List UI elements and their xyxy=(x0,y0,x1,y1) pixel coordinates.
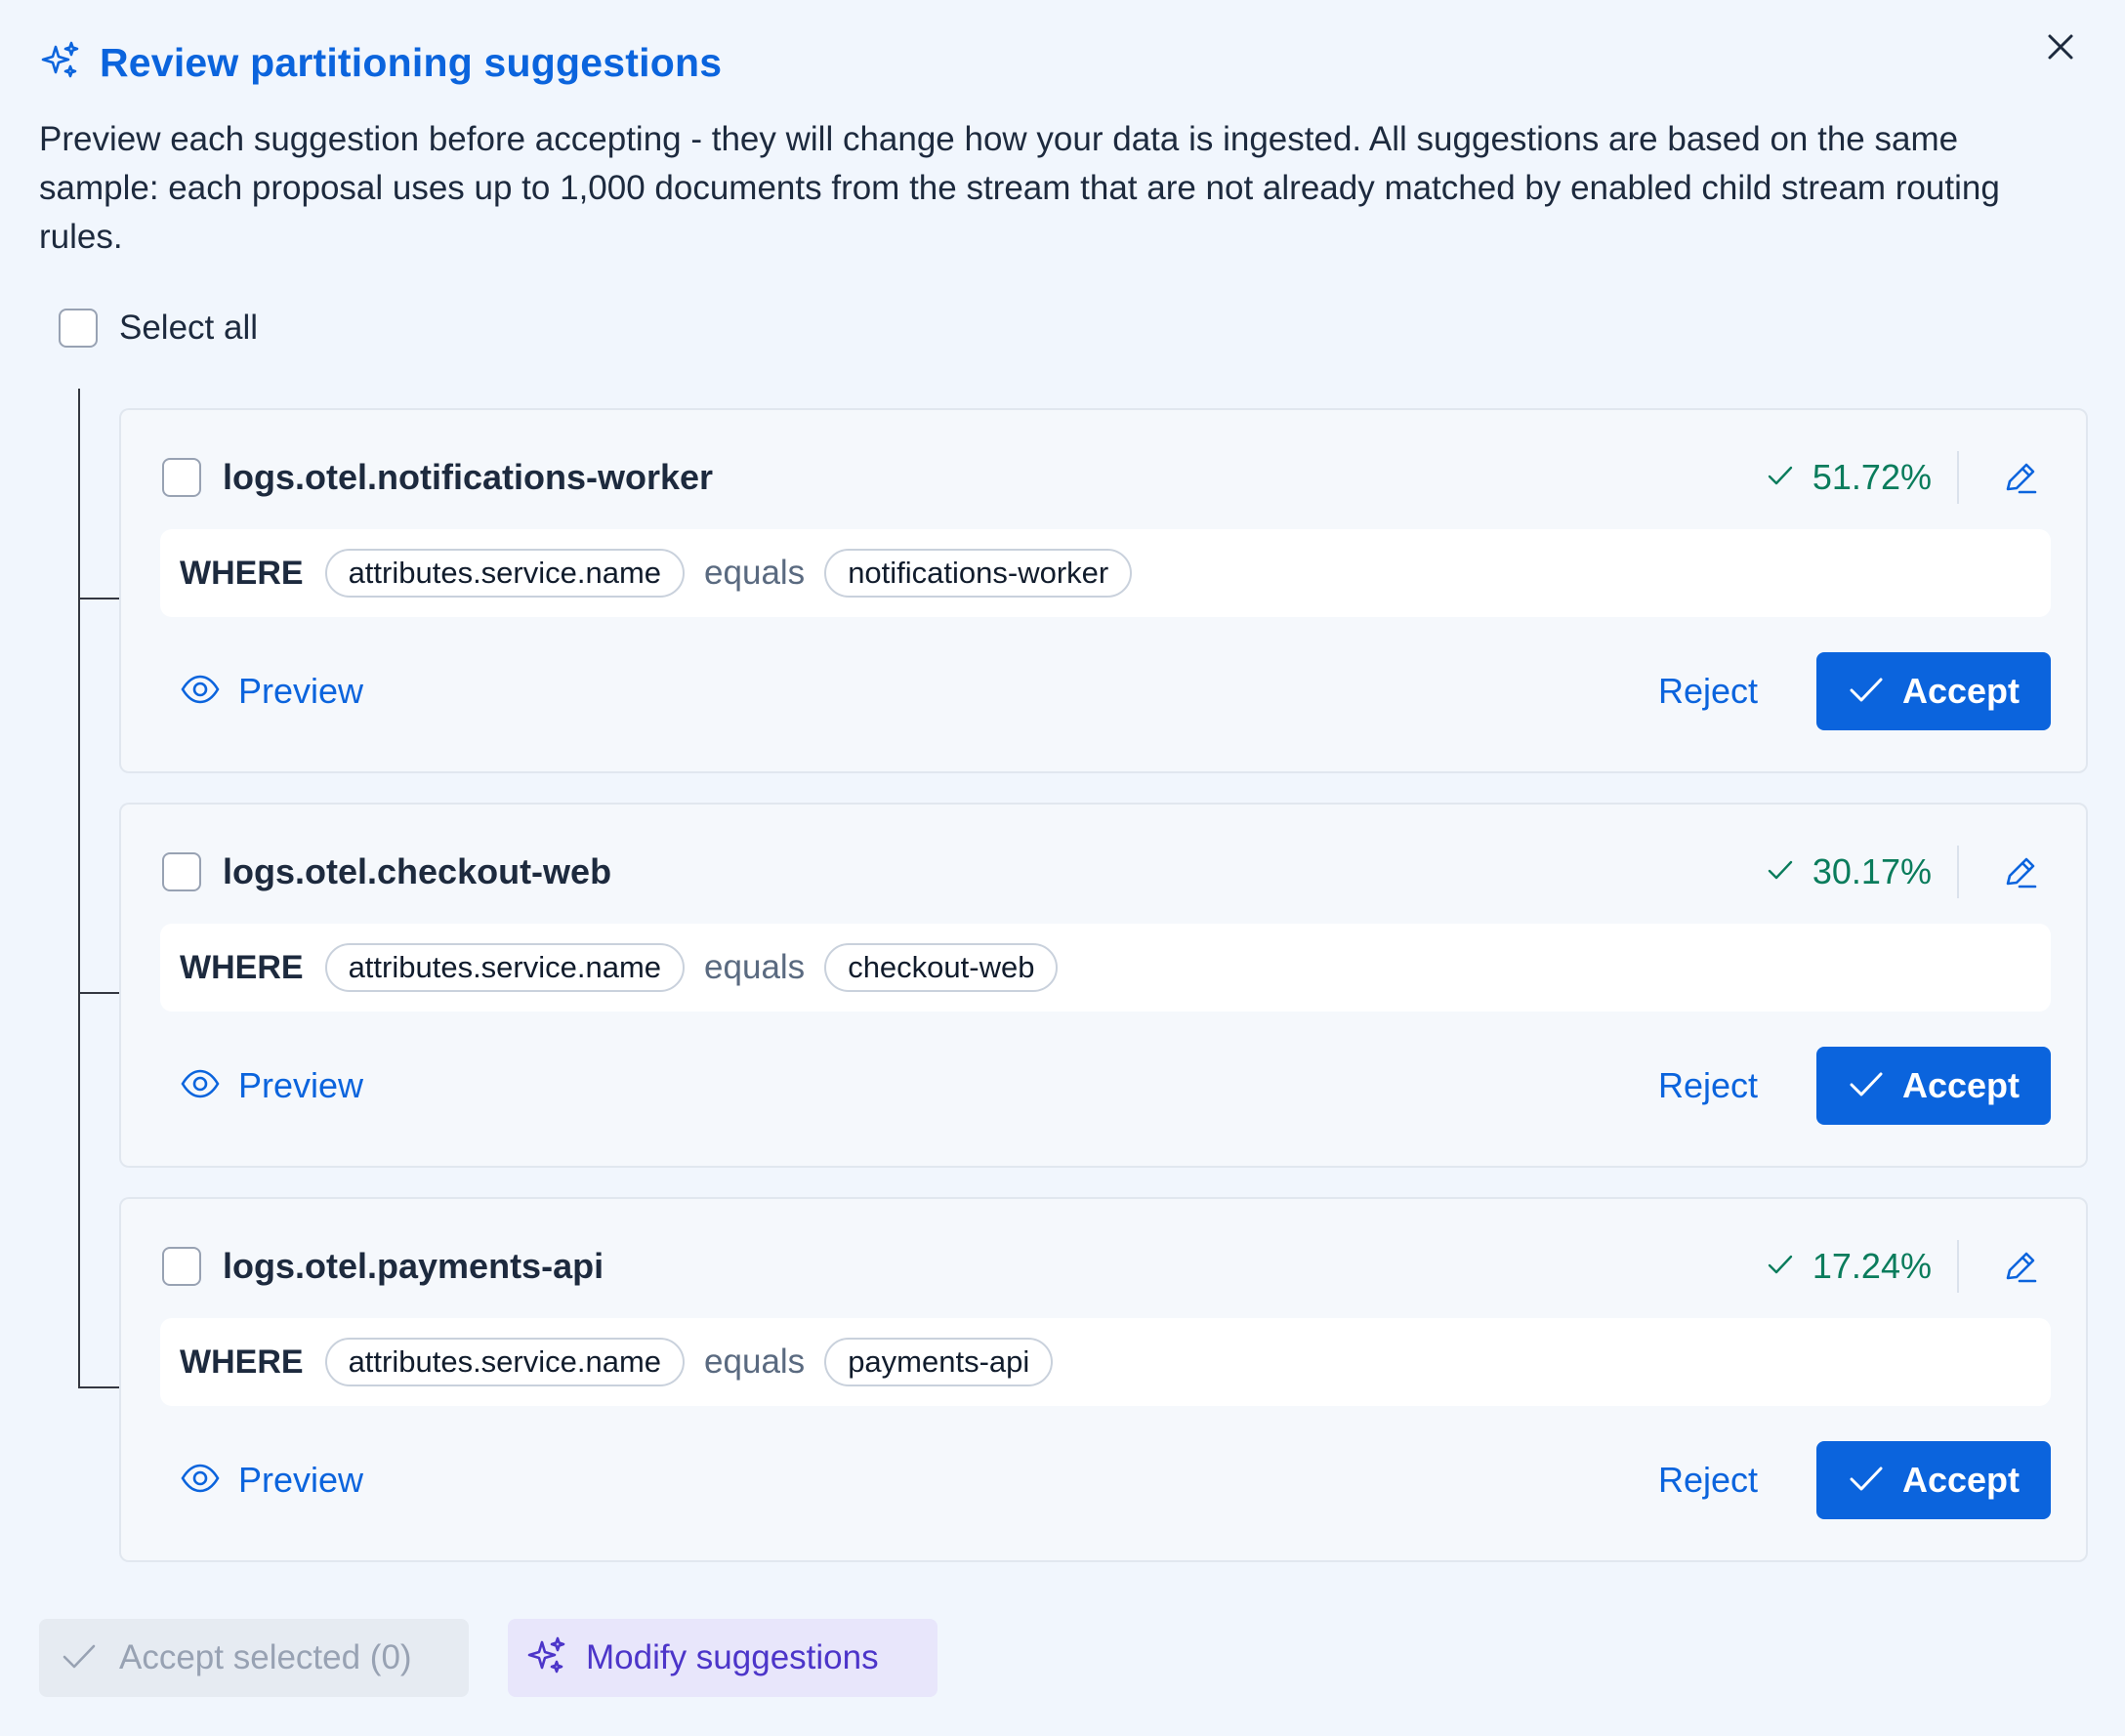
where-keyword: WHERE xyxy=(180,554,304,592)
stream-name: logs.otel.payments-api xyxy=(223,1246,604,1286)
value-pill: checkout-web xyxy=(824,943,1059,992)
match-rate: 30.17% xyxy=(1766,849,1932,894)
suggestion-header: logs.otel.notifications-worker 51.72% xyxy=(162,451,2086,504)
divider xyxy=(1957,451,1959,504)
pencil-icon[interactable] xyxy=(2002,463,2039,500)
check-icon xyxy=(1848,1065,1885,1107)
dialog-description: Preview each suggestion before accepting… xyxy=(39,120,2000,256)
preview-label: Preview xyxy=(238,1460,364,1500)
select-all-label: Select all xyxy=(119,309,259,347)
operator-label: equals xyxy=(704,554,806,592)
operator-label: equals xyxy=(704,1343,806,1381)
select-all-row[interactable]: Select all xyxy=(59,309,258,348)
eye-icon xyxy=(180,1458,221,1504)
modify-suggestions-label: Modify suggestions xyxy=(586,1638,879,1676)
match-rate: 51.72% xyxy=(1766,455,1932,500)
preview-button[interactable]: Preview xyxy=(160,1063,363,1109)
reject-button[interactable]: Reject xyxy=(1658,1460,1758,1501)
accept-label: Accept xyxy=(1901,1460,2021,1500)
select-all-checkbox[interactable] xyxy=(59,309,98,348)
eye-icon xyxy=(180,1063,221,1109)
accept-label: Accept xyxy=(1901,671,2021,711)
sparkles-icon xyxy=(39,39,82,87)
eye-icon xyxy=(180,669,221,715)
reject-button[interactable]: Reject xyxy=(1658,671,1758,712)
check-icon xyxy=(1848,671,1885,713)
suggestion-header: logs.otel.checkout-web 30.17% xyxy=(162,846,2086,898)
suggestion-actions: Preview Reject Accept xyxy=(160,1047,2051,1125)
suggestion-header: logs.otel.payments-api 17.24% xyxy=(162,1240,2086,1293)
suggestion-actions: Preview Reject Accept xyxy=(160,652,2051,730)
tree-connector xyxy=(78,389,80,1386)
operator-label: equals xyxy=(704,948,806,986)
check-icon xyxy=(1766,1250,1795,1284)
where-keyword: WHERE xyxy=(180,948,304,986)
preview-button[interactable]: Preview xyxy=(160,1458,363,1504)
edit-button[interactable] xyxy=(2002,459,2039,496)
suggestion-checkbox[interactable] xyxy=(162,852,201,891)
suggestion-checkbox[interactable] xyxy=(162,458,201,497)
accept-selected-label: Accept selected (0) xyxy=(119,1638,412,1676)
routing-condition: WHERE attributes.service.name equals pay… xyxy=(160,1318,2051,1406)
divider xyxy=(1957,1240,1959,1293)
check-icon xyxy=(1766,855,1795,889)
where-keyword: WHERE xyxy=(180,1343,304,1381)
pencil-icon[interactable] xyxy=(2002,1252,2039,1289)
suggestion-checkbox[interactable] xyxy=(162,1247,201,1286)
accept-button[interactable]: Accept xyxy=(1816,1047,2051,1125)
value-pill: notifications-worker xyxy=(824,549,1133,598)
stream-name: logs.otel.notifications-worker xyxy=(223,457,714,497)
field-pill: attributes.service.name xyxy=(324,549,686,598)
dialog-footer: Accept selected (0) Modify suggestions xyxy=(39,1619,938,1697)
dialog-title: Review partitioning suggestions xyxy=(100,40,723,85)
close-button[interactable] xyxy=(2041,27,2080,66)
suggestion-card: logs.otel.payments-api 17.24% WHERE attr… xyxy=(119,1197,2088,1562)
match-percentage: 51.72% xyxy=(1812,457,1932,497)
preview-label: Preview xyxy=(238,671,364,711)
reject-button[interactable]: Reject xyxy=(1658,1065,1758,1106)
routing-condition: WHERE attributes.service.name equals not… xyxy=(160,529,2051,617)
routing-condition: WHERE attributes.service.name equals che… xyxy=(160,924,2051,1012)
tree-branch xyxy=(78,598,121,599)
edit-button[interactable] xyxy=(2002,1248,2039,1285)
divider xyxy=(1957,846,1959,898)
pencil-icon[interactable] xyxy=(2002,857,2039,894)
sparkles-icon xyxy=(525,1634,568,1682)
accept-label: Accept xyxy=(1901,1065,2021,1105)
tree-branch xyxy=(78,1386,121,1388)
edit-button[interactable] xyxy=(2002,853,2039,890)
preview-button[interactable]: Preview xyxy=(160,669,363,715)
field-pill: attributes.service.name xyxy=(324,943,686,992)
modify-suggestions-button[interactable]: Modify suggestions xyxy=(508,1619,938,1697)
preview-label: Preview xyxy=(238,1065,364,1105)
stream-name: logs.otel.checkout-web xyxy=(223,851,612,891)
partitioning-suggestions-flyout: Review partitioning suggestions Preview … xyxy=(0,0,2125,1736)
accept-button[interactable]: Accept xyxy=(1816,1441,2051,1519)
tree-branch xyxy=(78,992,121,994)
match-rate: 17.24% xyxy=(1766,1244,1932,1289)
value-pill: payments-api xyxy=(824,1338,1054,1386)
suggestion-actions: Preview Reject Accept xyxy=(160,1441,2051,1519)
dialog-header: Review partitioning suggestions xyxy=(39,39,722,87)
match-percentage: 17.24% xyxy=(1812,1246,1932,1286)
check-icon xyxy=(61,1637,98,1679)
match-percentage: 30.17% xyxy=(1812,851,1932,891)
accept-selected-button[interactable]: Accept selected (0) xyxy=(39,1619,469,1697)
field-pill: attributes.service.name xyxy=(324,1338,686,1386)
close-icon[interactable] xyxy=(2041,34,2080,70)
check-icon xyxy=(1766,461,1795,495)
accept-button[interactable]: Accept xyxy=(1816,652,2051,730)
suggestion-card: logs.otel.checkout-web 30.17% WHERE attr… xyxy=(119,803,2088,1168)
suggestion-card: logs.otel.notifications-worker 51.72% WH… xyxy=(119,408,2088,773)
check-icon xyxy=(1848,1460,1885,1502)
